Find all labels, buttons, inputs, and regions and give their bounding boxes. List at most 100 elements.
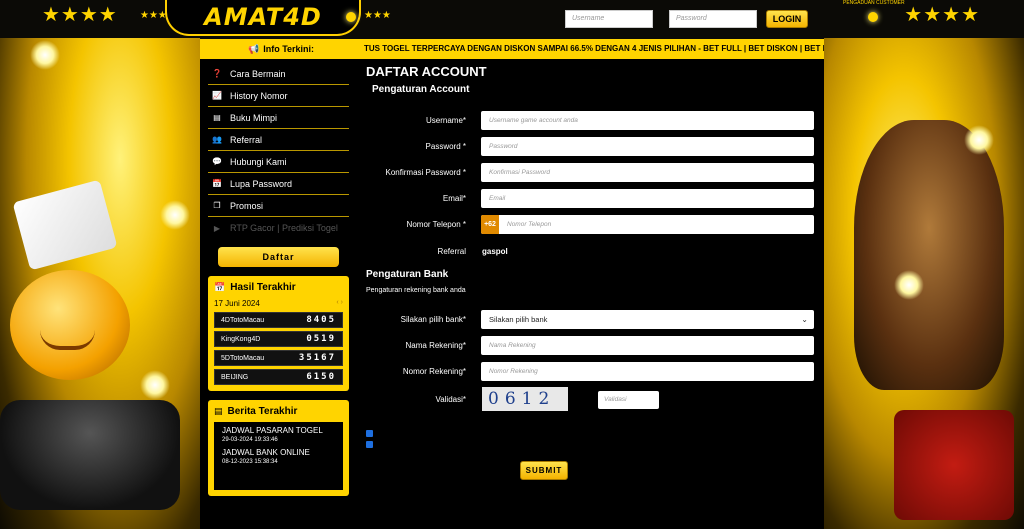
megaphone-icon: 📢 — [248, 44, 260, 54]
bank-row: Silakan pilih bank* Silakan pilih bank ⌄ — [366, 310, 818, 329]
info-marquee: TUS TOGEL TERPERCAYA DENGAN DISKON SAMPA… — [364, 44, 824, 53]
stars-icon: ★★★★ — [904, 4, 980, 26]
referral-row: Referral gaspol — [366, 242, 818, 261]
customer-complaint-link[interactable]: PENGADUAN CUSTOMER — [843, 0, 905, 6]
validasi-field[interactable]: Validasi — [598, 390, 659, 409]
question-circle-icon: ❓ — [212, 69, 222, 78]
rek-name-field[interactable]: Nama Rekening — [481, 336, 814, 355]
sparkle-icon — [140, 370, 170, 400]
news-item-date: 08-12-2023 15:38:34 — [222, 459, 278, 465]
sidebar-item-history-nomor[interactable]: 📈 History Nomor — [208, 85, 349, 107]
chat-icon: 💬 — [212, 157, 222, 166]
captcha-image: 0612 — [482, 387, 568, 411]
right-decor-panel — [824, 0, 1024, 529]
logo[interactable]: AMAT4D — [165, 0, 361, 36]
referral-icon: 👥 — [212, 135, 222, 144]
news-item-title[interactable]: JADWAL PASARAN TOGEL — [222, 426, 335, 435]
email-row: Email* Email — [366, 189, 818, 208]
sidebar-item-hubungi-kami[interactable]: 💬 Hubungi Kami — [208, 151, 349, 173]
section-account-title: Pengaturan Account — [372, 84, 470, 95]
result-row: BEIJING 6150 — [214, 369, 343, 385]
chart-line-icon: 📈 — [212, 91, 222, 100]
result-row: KingKong4D 0519 — [214, 331, 343, 347]
phone-field[interactable]: Nomor Telepon — [481, 215, 814, 234]
rek-name-label: Nama Rekening* — [405, 341, 466, 350]
referral-label: Referral — [437, 247, 466, 256]
password-label: Password * — [425, 142, 466, 151]
info-label: 📢 Info Terkini: — [200, 39, 360, 59]
sidebar-item-cara-bermain[interactable]: ❓ Cara Bermain — [208, 63, 349, 85]
section-bank-subtitle: Pengaturan rekening bank anda — [366, 287, 466, 294]
phone-row: Nomor Telepon * Nomor Telepon +62 — [366, 215, 818, 234]
news-list: JADWAL PASARAN TOGEL 29-03-2024 19:33:46… — [214, 422, 343, 490]
sidebar-item-promosi[interactable]: ❐ Promosi — [208, 195, 349, 217]
sidebar-item-lupa-password[interactable]: 📅 Lupa Password — [208, 173, 349, 195]
login-button[interactable]: LOGIN — [766, 10, 808, 28]
rek-no-field[interactable]: Nomor Rekening — [481, 362, 814, 381]
mascot-face-image — [10, 270, 130, 380]
rek-no-label: Nomor Rekening* — [402, 367, 466, 376]
play-circle-icon: ▶ — [213, 223, 221, 233]
mahjong-tile-image — [894, 410, 1014, 520]
book-icon: ▤ — [213, 113, 221, 122]
username-label: Username* — [425, 116, 466, 125]
berita-terakhir-title: ▤ Berita Terakhir — [214, 406, 298, 417]
email-field[interactable]: Email — [481, 189, 814, 208]
calendar-icon: 📅 — [214, 282, 226, 292]
sparkle-icon — [894, 270, 924, 300]
email-label: Email* — [442, 194, 466, 203]
rek-name-row: Nama Rekening* Nama Rekening — [366, 336, 818, 355]
page-title: DAFTAR ACCOUNT — [366, 64, 487, 79]
info-bar: 📢 Info Terkini: TUS TOGEL TERPERCAYA DENG… — [200, 39, 824, 59]
chevron-down-icon: ⌄ — [801, 315, 808, 324]
referral-value: gaspol — [482, 247, 508, 256]
berita-terakhir-panel: ▤ Berita Terakhir JADWAL PASARAN TOGEL 2… — [208, 400, 349, 496]
hasil-terakhir-panel: 📅 Hasil Terakhir 17 Juni 2024 ‹ › 4DToto… — [208, 276, 349, 391]
sidebar-item-buku-mimpi[interactable]: ▤ Buku Mimpi — [208, 107, 349, 129]
left-decor-panel — [0, 0, 200, 529]
carousel-arrows-icon[interactable]: ‹ › — [336, 299, 343, 308]
username-field[interactable]: Username game account anda — [481, 111, 814, 130]
playing-cards-image — [12, 179, 118, 271]
promo-icon: ❐ — [213, 201, 221, 210]
sidebar-item-referral[interactable]: 👥 Referral — [208, 129, 349, 151]
sparkle-icon — [964, 125, 994, 155]
sparkle-icon — [160, 200, 190, 230]
light-dot-icon — [868, 12, 878, 22]
stars-icon: ★★★★ — [42, 4, 118, 26]
logo-text: AMAT4D — [204, 3, 322, 31]
checkbox-agree-1[interactable] — [366, 430, 373, 437]
bank-select[interactable]: Silakan pilih bank ⌄ — [481, 310, 814, 329]
slot-machine-image — [0, 400, 180, 510]
submit-button[interactable]: SUBMIT — [520, 461, 568, 480]
result-row: 5DTotoMacau 35167 — [214, 350, 343, 366]
news-item-date: 29-03-2024 19:33:46 — [222, 437, 278, 443]
confirm-password-field[interactable]: Konfirmasi Password — [481, 163, 814, 182]
hasil-date-row: 17 Juni 2024 ‹ › — [214, 299, 343, 308]
password-input[interactable]: Password — [669, 10, 757, 28]
validasi-row: Validasi* 0612 Validasi — [366, 387, 818, 411]
calendar-icon: 📅 — [212, 179, 222, 188]
newspaper-icon: ▤ — [214, 406, 223, 416]
registration-form: DAFTAR ACCOUNT Pengaturan Account Userna… — [366, 64, 818, 480]
top-bar: ★★★★ ★★★ AMAT4D ★★★ Username Password LO… — [0, 0, 1024, 38]
result-row: 4DTotoMacau 8405 — [214, 312, 343, 328]
news-item-title[interactable]: JADWAL BANK ONLINE — [222, 448, 335, 457]
stars-icon: ★★★ — [140, 10, 167, 21]
bank-label: Silakan pilih bank* — [400, 315, 466, 324]
checkbox-agree-2[interactable] — [366, 441, 373, 448]
phone-prefix: +62 — [481, 215, 499, 234]
daftar-button[interactable]: Daftar — [218, 247, 339, 267]
confirm-password-row: Konfirmasi Password * Konfirmasi Passwor… — [366, 163, 818, 182]
hasil-terakhir-title: 📅 Hasil Terakhir — [214, 282, 296, 293]
light-dot-icon — [346, 12, 356, 22]
username-input[interactable]: Username — [565, 10, 653, 28]
section-bank-title: Pengaturan Bank — [366, 269, 449, 280]
stars-icon: ★★★ — [364, 10, 391, 21]
validasi-label: Validasi* — [435, 395, 466, 404]
sidebar: ❓ Cara Bermain 📈 History Nomor ▤ Buku Mi… — [208, 63, 349, 496]
password-field[interactable]: Password — [481, 137, 814, 156]
rek-no-row: Nomor Rekening* Nomor Rekening — [366, 362, 818, 381]
phone-label: Nomor Telepon * — [406, 220, 466, 229]
sidebar-item-rtp-gacor[interactable]: ▶ RTP Gacor | Prediksi Togel — [208, 217, 349, 239]
